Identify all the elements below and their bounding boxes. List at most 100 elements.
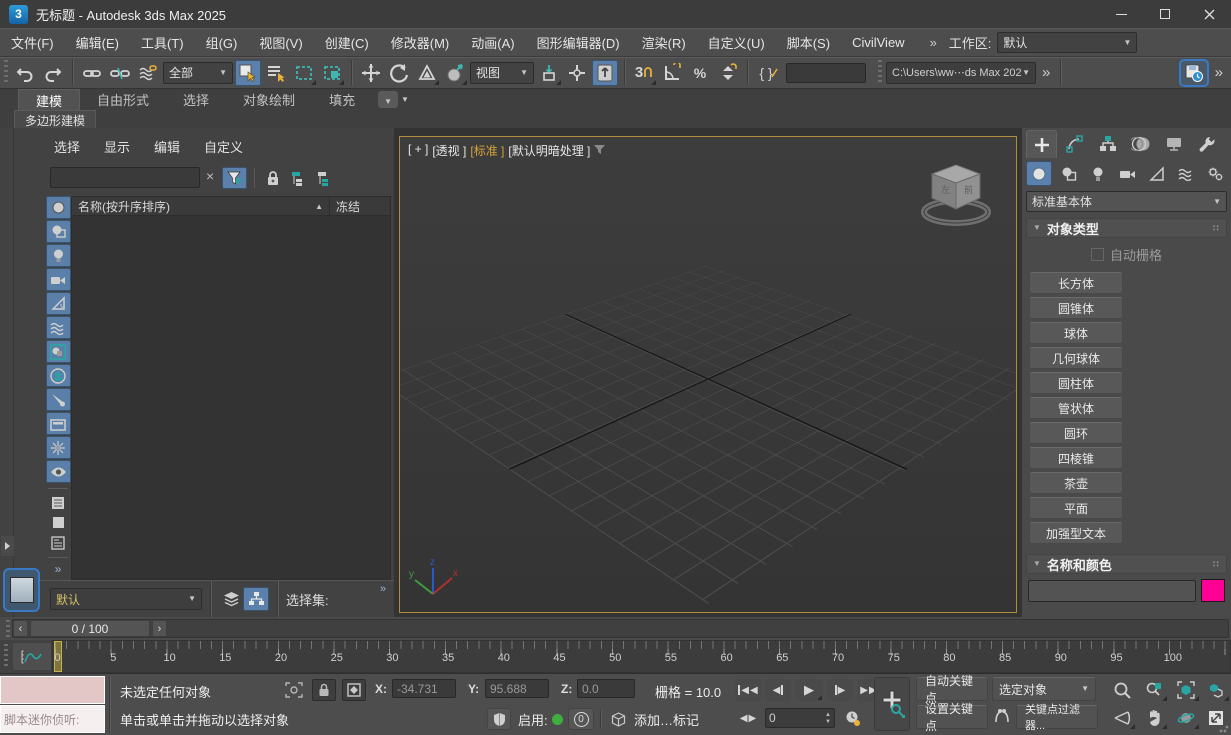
named-selection-set-input[interactable]	[786, 63, 866, 83]
select-and-link-button[interactable]	[79, 60, 105, 86]
orbit-button[interactable]	[1172, 706, 1200, 730]
toggle-groups-button[interactable]	[46, 340, 71, 363]
create-cone-button[interactable]: 圆锥体	[1029, 297, 1123, 319]
ribbon-tab-object-paint[interactable]: 对象绘制	[226, 89, 312, 110]
scene-converter-button[interactable]	[606, 708, 630, 730]
menu-overflow-chevrons[interactable]: »	[930, 35, 937, 50]
timeslider-drag-handle[interactable]	[6, 620, 10, 637]
perspective-viewport[interactable]: [ + ] [透视 ] [标准 ] [默认明暗处理 ] 左 前 z x y	[399, 136, 1017, 613]
spinner-snap-toggle-button[interactable]	[715, 60, 741, 86]
create-box-button[interactable]: 长方体	[1029, 272, 1123, 294]
toolbar-overflow-chevrons[interactable]: »	[1042, 64, 1050, 81]
tab-hierarchy[interactable]	[1092, 130, 1123, 158]
select-and-scale-button[interactable]	[414, 60, 440, 86]
y-coord-field[interactable]	[485, 679, 549, 698]
previous-frame-arrow[interactable]: ‹	[13, 620, 28, 637]
selection-filter-combo[interactable]: 全部 ▼	[163, 62, 233, 84]
display-mode-icons-button[interactable]	[46, 513, 71, 532]
window-resize-grip[interactable]	[1219, 723, 1229, 733]
key-mode-combo[interactable]: 选定对象 ▼	[992, 677, 1096, 701]
menu-group[interactable]: 组(G)	[195, 29, 249, 56]
workspace-combo[interactable]: 默认 ▼	[997, 32, 1137, 53]
auto-key-button[interactable]: 自动关键点	[916, 677, 988, 701]
category-cameras[interactable]	[1114, 161, 1140, 186]
column-header-name[interactable]: 名称(按升序排序) ▲	[72, 197, 330, 215]
maxscript-mini-listener-macro[interactable]	[0, 676, 105, 704]
explorer-menu-edit[interactable]: 编辑	[154, 137, 180, 156]
object-category-combo[interactable]: 标准基本体 ▼	[1026, 191, 1227, 212]
per-view-filter-icon[interactable]	[594, 145, 606, 155]
create-cylinder-button[interactable]: 圆柱体	[1029, 372, 1123, 394]
toggles-overflow-chevrons[interactable]: »	[55, 562, 62, 576]
menu-file[interactable]: 文件(F)	[0, 29, 65, 56]
snaps-toggle-button[interactable]: 3	[631, 60, 657, 86]
play-animation-button[interactable]: ▶	[795, 679, 823, 701]
close-button[interactable]	[1187, 0, 1231, 28]
toggle-cameras-button[interactable]	[46, 268, 71, 291]
zoom-extents-button[interactable]	[1172, 678, 1200, 702]
create-torus-button[interactable]: 圆环	[1029, 422, 1123, 444]
safe-scripts-button[interactable]	[487, 708, 511, 730]
reference-coordinate-combo[interactable]: 视图 ▼	[470, 62, 534, 84]
viewport-render-preset-label[interactable]: [标准 ]	[470, 142, 504, 159]
time-slider-handle[interactable]: 0 / 100	[30, 620, 150, 637]
time-slider-track[interactable]: ‹ 0 / 100 ›	[12, 619, 1229, 638]
toggle-containers-button[interactable]	[46, 412, 71, 435]
toolbar-end-chevrons[interactable]: »	[1215, 64, 1223, 81]
track-ruler[interactable]: 0510152025303540455055606570758085909510…	[52, 640, 1231, 673]
hierarchy-mode-button[interactable]	[243, 587, 269, 611]
category-spacewarps[interactable]	[1173, 161, 1199, 186]
absolute-offset-mode-toggle[interactable]	[342, 679, 366, 701]
menu-civilview[interactable]: CivilView	[841, 29, 916, 56]
selection-lock-toggle[interactable]	[312, 679, 336, 701]
explorer-menu-select[interactable]: 选择	[54, 137, 80, 156]
rectangular-selection-region-button[interactable]	[291, 60, 317, 86]
ribbon-panel-polygon-modeling[interactable]: 多边形建模	[14, 110, 96, 129]
object-name-input[interactable]	[1028, 580, 1196, 602]
menu-views[interactable]: 视图(V)	[248, 29, 313, 56]
category-helpers[interactable]	[1144, 161, 1170, 186]
isolate-selection-button[interactable]	[282, 679, 306, 701]
bind-to-space-warp-button[interactable]	[135, 60, 161, 86]
menu-tools[interactable]: 工具(T)	[130, 29, 195, 56]
maxscript-mini-listener[interactable]: 脚本迷你侦听:	[0, 705, 105, 733]
field-of-view-button[interactable]	[1108, 706, 1136, 730]
go-to-start-button[interactable]: ◀◀	[735, 679, 761, 701]
select-and-move-button[interactable]	[358, 60, 384, 86]
create-pyramid-button[interactable]: 四棱锥	[1029, 447, 1123, 469]
bottom-overflow-chevrons[interactable]: »	[380, 583, 386, 595]
create-teapot-button[interactable]: 茶壶	[1029, 472, 1123, 494]
display-mode-list-button[interactable]	[46, 493, 71, 512]
ribbon-tab-modeling[interactable]: 建模	[18, 89, 80, 110]
time-configuration-button[interactable]	[840, 707, 864, 729]
create-sphere-button[interactable]: 球体	[1029, 322, 1123, 344]
ribbon-tab-selection[interactable]: 选择	[166, 89, 226, 110]
toggle-lights-button[interactable]	[46, 244, 71, 267]
z-coord-field[interactable]	[577, 679, 635, 698]
select-by-name-button[interactable]	[263, 60, 289, 86]
explorer-object-list[interactable]	[71, 216, 391, 580]
tab-modify[interactable]	[1059, 130, 1090, 158]
menu-graph-editors[interactable]: 图形编辑器(D)	[526, 29, 631, 56]
autogrid-checkbox[interactable]	[1091, 248, 1104, 261]
notification-badge-button[interactable]: 0	[568, 708, 594, 730]
autobackup-button[interactable]	[1179, 59, 1209, 87]
menu-modifiers[interactable]: 修改器(M)	[380, 29, 461, 56]
toggle-geometry-button[interactable]	[46, 196, 71, 219]
maximize-button[interactable]	[1143, 0, 1187, 28]
undo-button[interactable]	[12, 60, 38, 86]
select-object-button[interactable]	[235, 60, 261, 86]
toggle-spacewarps-button[interactable]	[46, 316, 71, 339]
toggle-bones-button[interactable]	[46, 388, 71, 411]
create-plane-button[interactable]: 平面	[1029, 497, 1123, 519]
toggle-helpers-button[interactable]	[46, 292, 71, 315]
select-and-rotate-button[interactable]	[386, 60, 412, 86]
set-keys-button[interactable]	[874, 677, 910, 731]
toolbar-drag-handle2[interactable]	[878, 60, 882, 85]
explorer-lock-button[interactable]	[260, 167, 285, 189]
panel-expand-button[interactable]	[1, 536, 14, 556]
ribbon-tab-populate[interactable]: 填充	[312, 89, 372, 110]
window-crossing-toggle-button[interactable]	[319, 60, 345, 86]
minimize-button[interactable]	[1099, 0, 1143, 28]
tab-display[interactable]	[1158, 130, 1189, 158]
